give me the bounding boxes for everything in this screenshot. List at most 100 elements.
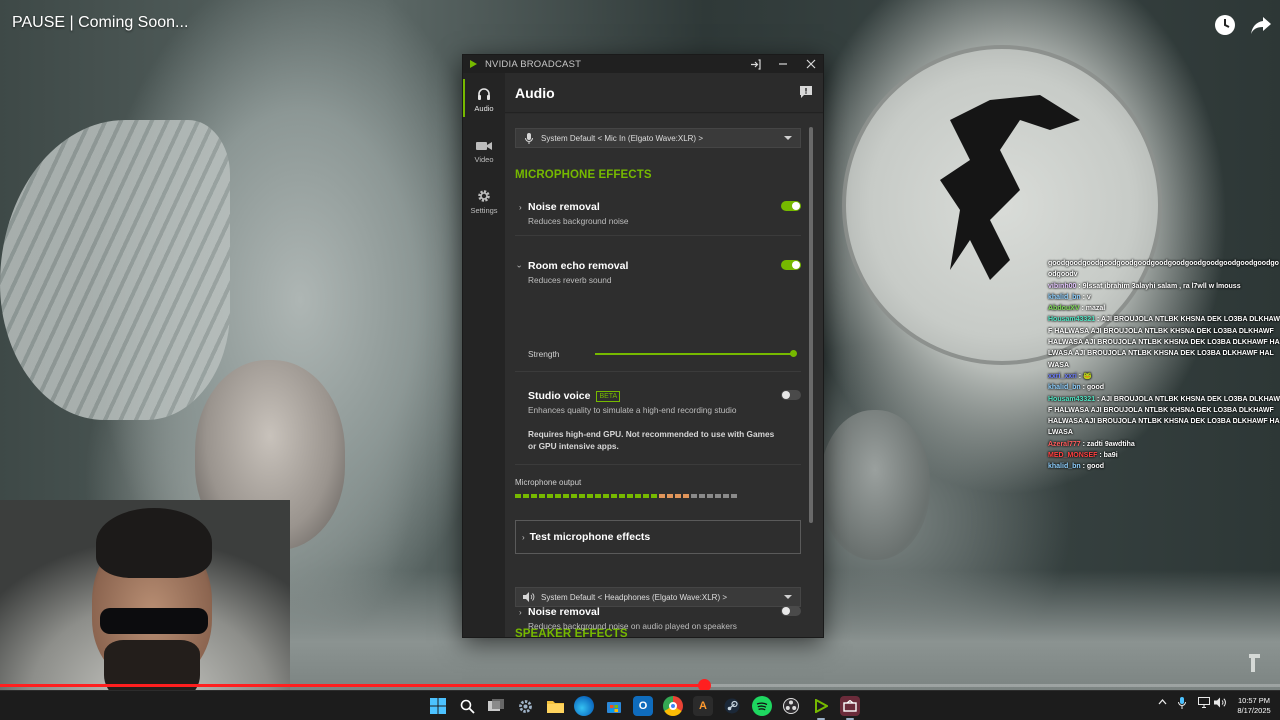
angel-wing — [0, 120, 230, 420]
watch-later-icon[interactable] — [1212, 12, 1238, 38]
channel-watermark-icon — [1246, 652, 1268, 678]
store-icon[interactable] — [604, 696, 624, 716]
meter-segment — [651, 494, 657, 498]
divider — [515, 464, 801, 465]
meter-segment — [675, 494, 681, 498]
windows-start-icon[interactable] — [428, 696, 448, 716]
panel-scrollbar[interactable] — [809, 127, 813, 523]
chat-message: khalid_bn : good — [1048, 382, 1280, 393]
feedback-icon[interactable] — [799, 85, 813, 99]
spotify-icon[interactable] — [752, 696, 772, 716]
speaker-noise-toggle[interactable] — [781, 606, 801, 616]
volume-icon[interactable] — [1214, 697, 1227, 711]
microphone-tray-icon[interactable] — [1178, 697, 1186, 712]
sidebar-item-audio[interactable]: Audio — [463, 77, 505, 123]
audio-settings-panel[interactable]: System Default < Mic In (Elgato Wave:XLR… — [505, 114, 823, 637]
strength-slider-knob[interactable] — [789, 350, 797, 357]
pin-icon[interactable] — [747, 56, 763, 72]
meter-segment — [547, 494, 553, 498]
effect-name: Studio voice BETA — [528, 390, 621, 402]
page-title: Audio — [515, 85, 555, 101]
effect-name: Noise removal — [528, 201, 600, 213]
chat-message: khalid_bn : good — [1048, 461, 1280, 472]
meter-segment — [635, 494, 641, 498]
search-icon[interactable] — [457, 696, 477, 716]
obs-icon[interactable] — [781, 696, 801, 716]
sidebar-item-label: Settings — [470, 206, 498, 215]
sidebar-item-settings[interactable]: Settings — [463, 179, 505, 225]
microphone-icon — [521, 132, 537, 144]
meter-segment — [555, 494, 561, 498]
edge-icon[interactable] — [574, 696, 594, 716]
chevron-right-icon[interactable]: › — [519, 203, 522, 212]
nvidia-broadcast-window[interactable]: NVIDIA BROADCAST Audio Video Settings Au… — [462, 54, 824, 638]
sidebar-item-label: Audio — [474, 104, 494, 113]
task-view-icon[interactable] — [486, 696, 506, 716]
chat-text: : mazal — [1079, 305, 1106, 313]
share-icon[interactable] — [1248, 12, 1274, 38]
app-title: NVIDIA BROADCAST — [485, 58, 582, 70]
sidebar-item-label: Video — [474, 155, 494, 164]
minimize-icon[interactable] — [775, 56, 791, 72]
chevron-right-icon[interactable]: › — [519, 608, 522, 617]
mic-device-select[interactable]: System Default < Mic In (Elgato Wave:XLR… — [515, 128, 801, 148]
chevron-down-icon — [784, 595, 792, 599]
effect-desc: Reduces reverb sound — [528, 275, 612, 285]
meter-segment — [723, 494, 729, 498]
strength-slider-track[interactable] — [595, 353, 793, 355]
settings-icon[interactable] — [515, 696, 535, 716]
chevron-down-icon[interactable]: › — [515, 265, 524, 268]
chat-username: khalid_bn — [1048, 384, 1081, 392]
webcam-overlay — [0, 500, 290, 720]
chat-username: MED_MONSEF — [1048, 452, 1098, 460]
file-explorer-icon[interactable] — [545, 696, 565, 716]
meter-segment — [715, 494, 721, 498]
close-icon[interactable] — [803, 56, 819, 72]
meter-segment — [699, 494, 705, 498]
steam-icon[interactable] — [722, 696, 742, 716]
chat-username: Housam43321 — [1048, 316, 1096, 324]
chrome-icon[interactable] — [663, 696, 683, 716]
test-mic-effects-button[interactable]: › Test microphone effects — [515, 520, 801, 554]
nvidia-broadcast-icon[interactable] — [811, 696, 831, 720]
meter-segment — [587, 494, 593, 498]
sidebar-item-video[interactable]: Video — [463, 129, 505, 175]
room-echo-toggle[interactable] — [781, 260, 801, 270]
meter-segment — [595, 494, 601, 498]
speaker-device-value: System Default < Headphones (Elgato Wave… — [541, 592, 728, 602]
network-icon[interactable] — [1198, 697, 1210, 711]
noise-removal-toggle[interactable] — [781, 201, 801, 211]
camera-icon — [476, 142, 492, 150]
affinity-icon[interactable]: A — [693, 696, 713, 716]
beta-badge: BETA — [596, 391, 621, 402]
chevron-down-icon — [784, 136, 792, 140]
streaming-app-icon[interactable] — [840, 696, 860, 720]
meter-segment — [523, 494, 529, 498]
chevron-right-icon: › — [522, 532, 525, 542]
chat-text: : AJI BROUJOLA NTLBK KHSNA DEK LO3BA DLK… — [1048, 316, 1280, 369]
headphones-icon — [478, 88, 490, 100]
studio-voice-toggle[interactable] — [781, 390, 801, 400]
chat-username: khalid_bn — [1048, 293, 1081, 301]
mic-effects-title: MICROPHONE EFFECTS — [515, 169, 652, 181]
chat-text: : v — [1080, 293, 1091, 301]
chat-text: : good — [1080, 463, 1105, 471]
chat-message: Housam43321 : AJI BROUJOLA NTLBK KHSNA D… — [1048, 394, 1280, 439]
system-clock[interactable]: 10:57 PM 8/17/2025 — [1232, 696, 1276, 716]
chevron-up-icon[interactable] — [1158, 697, 1167, 708]
video-progress-bar[interactable] — [0, 679, 1280, 692]
chat-username: vibinh00 — [1048, 282, 1077, 290]
meter-segment — [691, 494, 697, 498]
outlook-icon[interactable]: O — [633, 696, 653, 716]
divider — [515, 235, 801, 236]
statue-face-right — [820, 410, 930, 560]
chat-message: AbdouXV : mazal — [1048, 303, 1280, 314]
meter-segment — [659, 494, 665, 498]
video-progress-fill — [0, 684, 704, 687]
titlebar[interactable]: NVIDIA BROADCAST — [463, 55, 823, 73]
speaker-icon — [521, 592, 537, 602]
speaker-device-select[interactable]: System Default < Headphones (Elgato Wave… — [515, 587, 801, 607]
chat-text: : zadti 9awdtiha — [1080, 440, 1135, 448]
meter-segment — [571, 494, 577, 498]
chat-message: Housam43321 : AJI BROUJOLA NTLBK KHSNA D… — [1048, 314, 1280, 370]
